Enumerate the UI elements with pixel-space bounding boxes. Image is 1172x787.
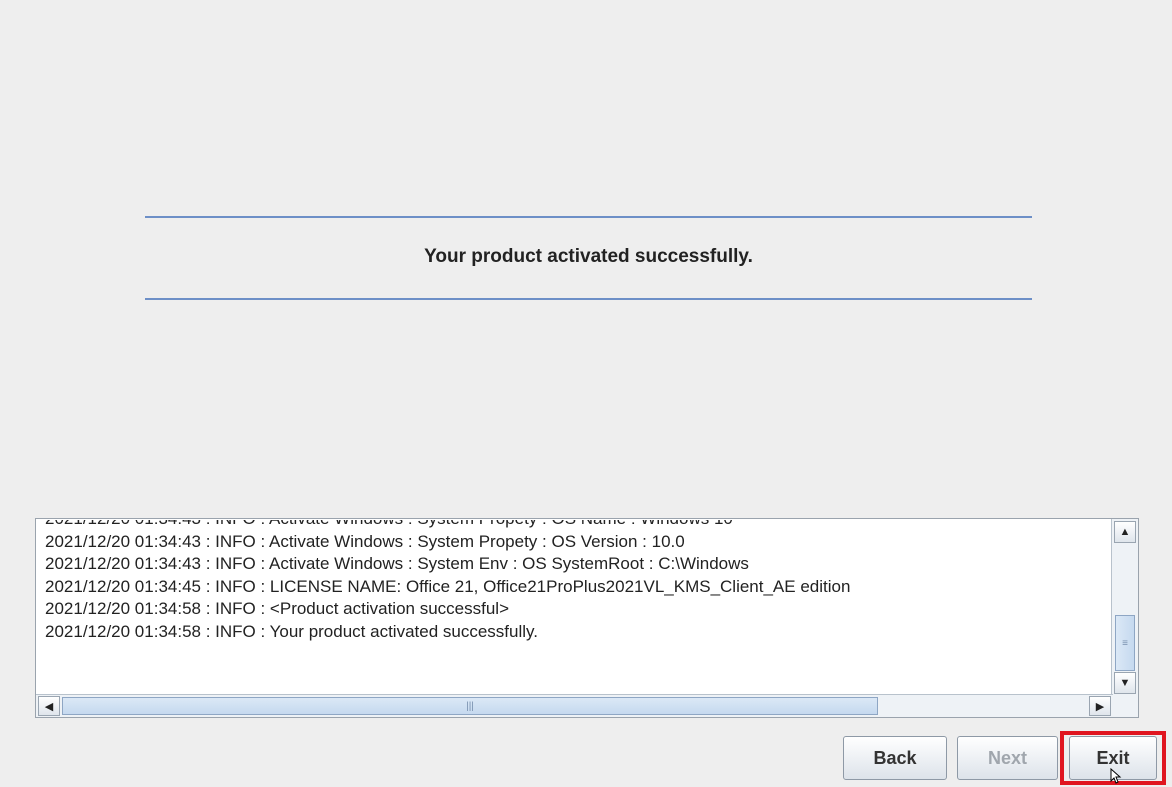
log-panel[interactable]: 2021/12/20 01:34:43 : INFO : Activate Wi… <box>35 518 1139 718</box>
scrollbar-corner <box>1112 695 1138 717</box>
log-line: 2021/12/20 01:34:43 : INFO : Activate Wi… <box>45 531 685 551</box>
log-line: 2021/12/20 01:34:45 : INFO : LICENSE NAM… <box>45 576 851 596</box>
activation-wizard-page: Your product activated successfully. 202… <box>0 0 1172 787</box>
scroll-right-arrow-icon[interactable]: ▶ <box>1089 696 1111 716</box>
top-divider <box>145 216 1032 218</box>
vertical-scrollbar[interactable]: ▲ ≡ ▼ <box>1111 519 1138 696</box>
vertical-scroll-thumb[interactable]: ≡ <box>1115 615 1135 671</box>
horizontal-scroll-thumb[interactable]: ||| <box>62 697 878 715</box>
log-line: 2021/12/20 01:34:58 : INFO : Your produc… <box>45 621 538 641</box>
scroll-down-arrow-icon[interactable]: ▼ <box>1114 672 1136 694</box>
log-viewport[interactable]: 2021/12/20 01:34:43 : INFO : Activate Wi… <box>37 520 1113 695</box>
log-line: 2021/12/20 01:34:43 : INFO : Activate Wi… <box>45 520 850 531</box>
log-line: 2021/12/20 01:34:43 : INFO : Activate Wi… <box>45 554 749 573</box>
next-button[interactable]: Next <box>957 736 1058 780</box>
scroll-left-arrow-icon[interactable]: ◀ <box>38 696 60 716</box>
scroll-up-arrow-icon[interactable]: ▲ <box>1114 521 1136 543</box>
status-message: Your product activated successfully. <box>424 246 753 267</box>
back-button[interactable]: Back <box>843 736 947 780</box>
mouse-pointer-icon <box>1110 768 1122 784</box>
bottom-divider <box>145 298 1032 300</box>
log-lines: 2021/12/20 01:34:43 : INFO : Activate Wi… <box>45 520 850 643</box>
horizontal-scrollbar[interactable]: ◀ ||| ▶ <box>36 694 1113 717</box>
log-line: 2021/12/20 01:34:58 : INFO : <Product ac… <box>45 599 509 618</box>
